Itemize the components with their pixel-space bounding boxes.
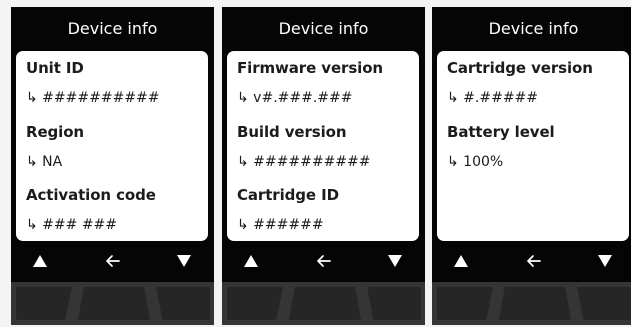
- middle-hardware-key[interactable]: [289, 287, 361, 320]
- left-hardware-key[interactable]: [227, 287, 283, 320]
- firmware-version-value: ↳ v#.###.###: [237, 90, 353, 106]
- back-button[interactable]: [97, 246, 129, 276]
- hardware-keys: [432, 282, 631, 325]
- left-hardware-key[interactable]: [16, 287, 72, 320]
- triangle-down-icon: [177, 255, 191, 267]
- scroll-up-button[interactable]: [446, 246, 476, 276]
- info-panel: Unit ID ↳ ########## Region ↳ NA Activat…: [16, 51, 208, 241]
- battery-level-label: Battery level: [447, 123, 555, 141]
- device-screen-1: Device info Unit ID ↳ ########## Region …: [11, 7, 214, 325]
- screen-title: Device info: [278, 19, 369, 38]
- navigation-bar: [11, 246, 214, 276]
- right-hardware-key[interactable]: [156, 287, 210, 320]
- hardware-keys: [222, 282, 425, 325]
- back-button[interactable]: [518, 246, 550, 276]
- info-panel: Cartridge version ↳ #.##### Battery leve…: [437, 51, 629, 241]
- activation-code-value: ↳ ### ###: [26, 217, 118, 233]
- middle-hardware-key[interactable]: [78, 287, 150, 320]
- info-panel: Firmware version ↳ v#.###.### Build vers…: [227, 51, 419, 241]
- triangle-up-icon: [454, 255, 468, 267]
- firmware-version-label: Firmware version: [237, 59, 383, 77]
- left-hardware-key[interactable]: [437, 287, 493, 320]
- arrow-left-icon: [106, 255, 120, 267]
- device-info-mockups: Device info Unit ID ↳ ########## Region …: [0, 0, 631, 327]
- scroll-up-button[interactable]: [25, 246, 55, 276]
- region-value: ↳ NA: [26, 154, 63, 170]
- right-hardware-key[interactable]: [577, 287, 631, 320]
- right-hardware-key[interactable]: [367, 287, 421, 320]
- triangle-up-icon: [244, 255, 258, 267]
- screen-title: Device info: [488, 19, 579, 38]
- activation-code-label: Activation code: [26, 186, 156, 204]
- triangle-up-icon: [33, 255, 47, 267]
- unit-id-value: ↳ ##########: [26, 90, 160, 106]
- build-version-value: ↳ ##########: [237, 154, 371, 170]
- region-label: Region: [26, 123, 84, 141]
- hardware-keys: [11, 282, 214, 325]
- triangle-down-icon: [598, 255, 612, 267]
- cartridge-id-label: Cartridge ID: [237, 186, 339, 204]
- navigation-bar: [222, 246, 425, 276]
- scroll-up-button[interactable]: [236, 246, 266, 276]
- middle-hardware-key[interactable]: [499, 287, 571, 320]
- cartridge-id-value: ↳ ######: [237, 217, 324, 233]
- cartridge-version-value: ↳ #.#####: [447, 90, 539, 106]
- build-version-label: Build version: [237, 123, 347, 141]
- scroll-down-button[interactable]: [380, 246, 410, 276]
- triangle-down-icon: [388, 255, 402, 267]
- screen-title: Device info: [67, 19, 158, 38]
- battery-level-value: ↳ 100%: [447, 154, 504, 170]
- scroll-down-button[interactable]: [590, 246, 620, 276]
- scroll-down-button[interactable]: [169, 246, 199, 276]
- arrow-left-icon: [317, 255, 331, 267]
- back-button[interactable]: [308, 246, 340, 276]
- unit-id-label: Unit ID: [26, 59, 84, 77]
- arrow-left-icon: [527, 255, 541, 267]
- device-screen-2: Device info Firmware version ↳ v#.###.##…: [222, 7, 425, 325]
- device-screen-3: Device info Cartridge version ↳ #.##### …: [432, 7, 631, 325]
- cartridge-version-label: Cartridge version: [447, 59, 593, 77]
- navigation-bar: [432, 246, 631, 276]
